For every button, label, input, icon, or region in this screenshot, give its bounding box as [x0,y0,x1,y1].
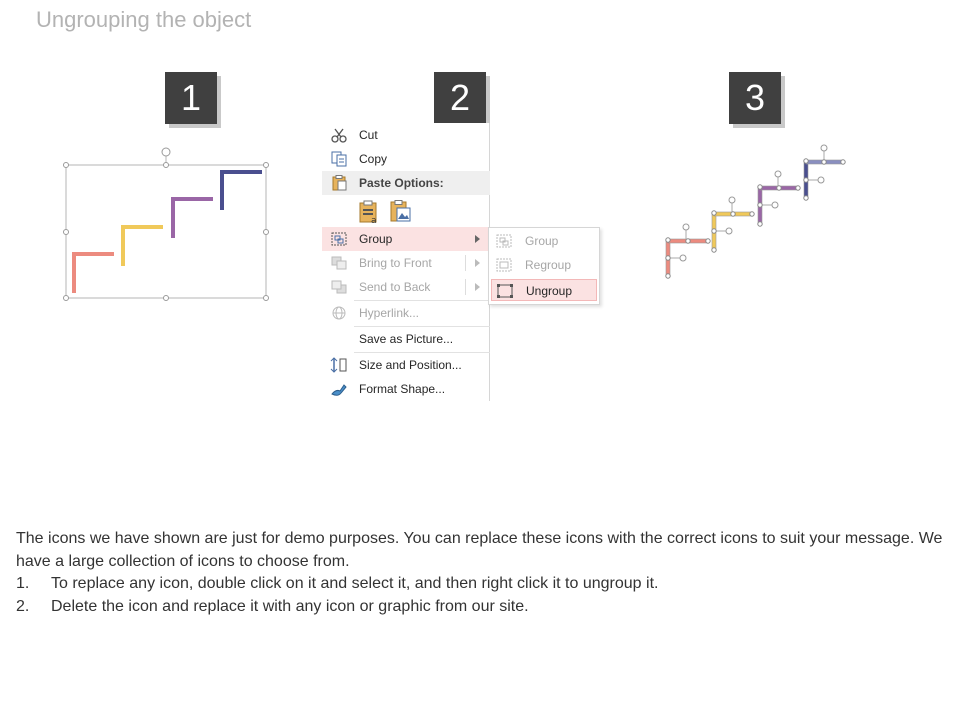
submenu-regroup[interactable]: Regroup [491,254,597,276]
selection-box [65,164,267,299]
step-yellow [121,225,163,266]
format-shape-icon [330,381,348,397]
step-badge-2: 2 [434,72,486,124]
group-submenu: Group Regroup Ungroup [488,227,600,305]
menu-group[interactable]: Group [322,227,490,251]
paste-picture-icon[interactable] [388,199,414,225]
group-icon [496,234,512,248]
menu-cut-label: Cut [359,128,378,142]
step-salmon [72,252,114,293]
step-badge-1: 1 [165,72,217,124]
step-navy [220,170,262,210]
step-purple [171,197,213,238]
ungrouped-navy-step [803,144,846,201]
menu-size-and-position[interactable]: Size and Position... [322,353,490,377]
ungrouped-yellow-step [711,196,755,253]
resize-handles [63,162,269,301]
menu-save-as-picture[interactable]: Save as Picture... [322,327,490,351]
menu-copy[interactable]: Copy [322,147,490,171]
instructions-item-number: 1. [16,575,30,592]
scissors-icon [330,127,348,143]
menu-copy-label: Copy [359,152,388,166]
menu-paste-options: Paste Options: [322,171,490,195]
paste-options-row: a [322,195,490,229]
send-back-icon [330,279,348,295]
menu-size-and-position-label: Size and Position... [359,358,462,372]
menu-bring-to-front-label: Bring to Front [359,256,432,270]
instructions-item-text: To replace any icon, double click on it … [51,575,659,592]
menu-format-shape-label: Format Shape... [359,382,446,396]
menu-bring-to-front[interactable]: Bring to Front [322,251,490,275]
submenu-arrow-icon [475,283,480,291]
submenu-arrow-icon [475,259,480,267]
instructions-intro: The icons we have shown are just for dem… [16,530,943,570]
menu-send-to-back[interactable]: Send to Back [322,275,490,299]
ungrouped-purple-step [757,170,801,227]
ungroup-icon [497,284,513,298]
copy-icon [330,151,348,167]
svg-text:a: a [371,216,377,225]
menu-format-shape[interactable]: Format Shape... [322,377,490,401]
bring-front-icon [330,255,348,271]
slide-title: Ungrouping the object [36,7,252,32]
menu-cut[interactable]: Cut [322,123,490,147]
instructions-text: The icons we have shown are just for dem… [16,528,946,618]
step-badge-3: 3 [729,72,781,124]
menu-group-label: Group [359,232,393,246]
submenu-ungroup-label: Ungroup [526,284,573,298]
paste-keep-formatting-icon[interactable]: a [356,199,382,226]
menu-hyperlink-label: Hyperlink... [359,306,420,320]
instructions-item-1: 1. To replace any icon, double click on i… [16,573,946,596]
menu-hyperlink[interactable]: Hyperlink... [322,301,490,325]
rotate-handle [161,147,171,157]
instructions-item-2: 2. Delete the icon and replace it with an… [16,596,946,619]
submenu-regroup-label: Regroup [525,258,572,272]
group-icon [330,231,348,247]
size-position-icon [330,357,348,373]
submenu-group[interactable]: Group [491,230,597,252]
submenu-arrow-icon [475,235,480,243]
regroup-icon [496,258,512,272]
hyperlink-icon [330,305,348,321]
submenu-ungroup[interactable]: Ungroup [491,279,597,301]
clipboard-icon [330,175,348,191]
instructions-item-text: Delete the icon and replace it with any … [51,597,529,615]
menu-save-as-picture-label: Save as Picture... [359,332,454,346]
submenu-group-label: Group [525,234,559,248]
instructions-item-number: 2. [16,597,30,615]
menu-paste-options-label: Paste Options: [359,176,444,190]
context-menu: Cut Copy Paste Options: a Group Bring to… [322,123,490,401]
ungrouped-salmon-step [665,223,711,279]
menu-send-to-back-label: Send to Back [359,280,431,294]
